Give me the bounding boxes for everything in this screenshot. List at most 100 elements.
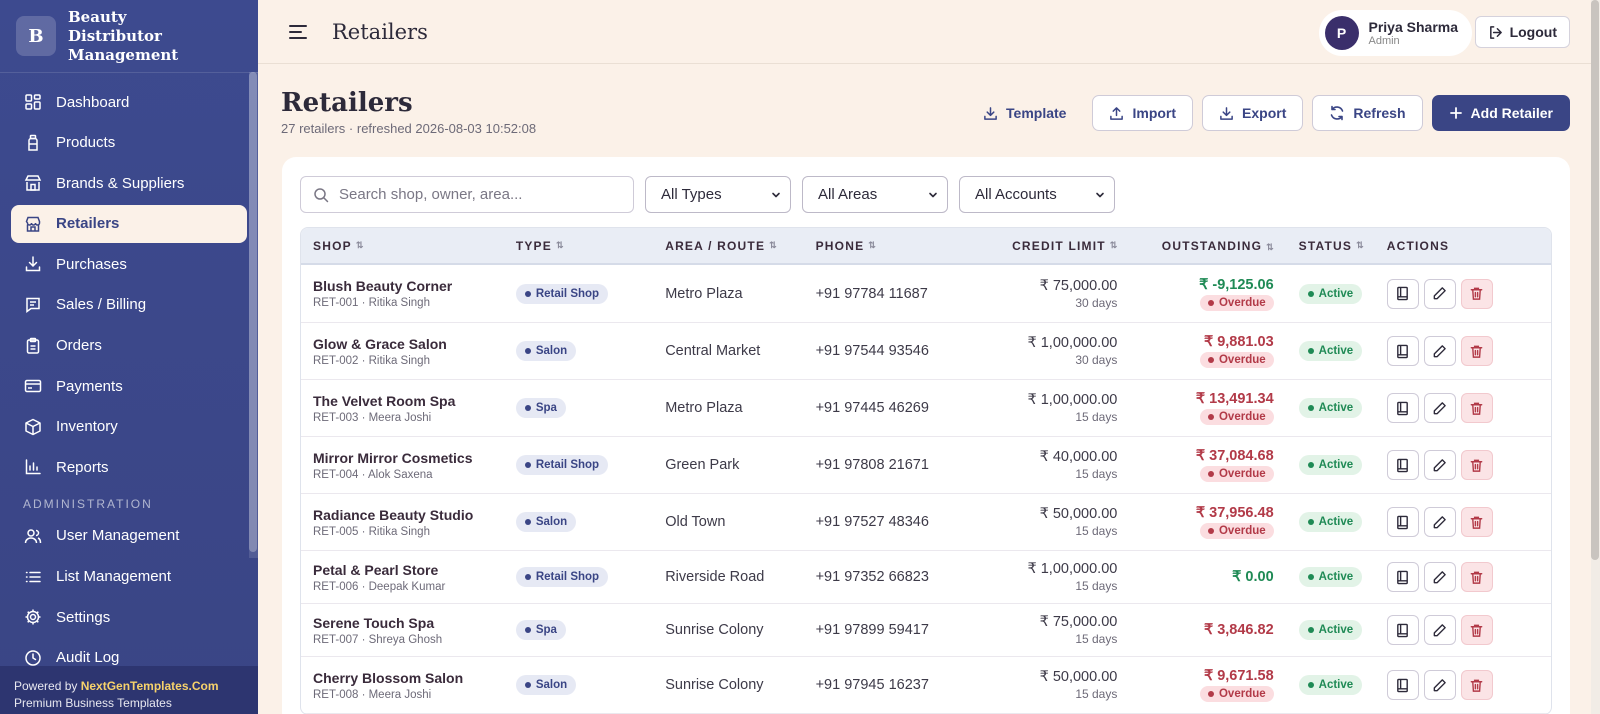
cell-credit: ₹ 1,00,000.00 30 days — [974, 335, 1117, 367]
add-retailer-button[interactable]: Add Retailer — [1431, 95, 1570, 131]
table-row[interactable]: The Velvet Room Spa RET-003 · Meera Joshi… — [301, 380, 1551, 437]
chevron-down-icon — [929, 192, 937, 197]
sidebar-item-brands-suppliers[interactable]: Brands & Suppliers — [11, 164, 247, 202]
sidebar-item-user-management[interactable]: User Management — [11, 517, 247, 555]
avatar: P — [1324, 16, 1359, 50]
ledger-button[interactable] — [1386, 507, 1419, 537]
brand[interactable]: B Beauty Distributor Management — [0, 0, 258, 73]
edit-button[interactable] — [1423, 562, 1456, 592]
edit-button[interactable] — [1423, 278, 1456, 309]
type-filter-select[interactable]: All Types — [645, 176, 791, 213]
edit-button[interactable] — [1423, 507, 1456, 537]
shop-name[interactable]: Serene Touch Spa — [313, 615, 516, 631]
ledger-button[interactable] — [1386, 615, 1419, 645]
shop-name[interactable]: Cherry Blossom Salon — [313, 670, 516, 686]
ledger-button[interactable] — [1386, 450, 1419, 480]
shop-name[interactable]: Blush Beauty Corner — [313, 278, 516, 294]
edit-button[interactable] — [1423, 336, 1456, 366]
delete-button[interactable] — [1460, 670, 1493, 700]
col-shop-header[interactable]: SHOP ⇅ — [301, 239, 516, 253]
brand-name: Beauty Distributor Management — [68, 7, 179, 64]
sidebar-item-reports[interactable]: Reports — [11, 448, 247, 486]
shop-name[interactable]: Petal & Pearl Store — [313, 562, 516, 578]
menu-toggle-button[interactable] — [288, 22, 308, 42]
col-type-header[interactable]: TYPE ⇅ — [516, 239, 665, 253]
badge-dot — [1307, 519, 1314, 525]
search-box[interactable] — [300, 176, 634, 213]
sidebar-item-orders[interactable]: Orders — [11, 327, 247, 365]
page-subtitle: 27 retailers · refreshed 2026-08-03 10:5… — [281, 121, 537, 136]
status-label: Active — [1318, 402, 1354, 414]
ledger-button[interactable] — [1386, 393, 1419, 423]
sidebar-footer: Powered by NextGenTemplates.Com Premium … — [0, 666, 258, 714]
type-label: Salon — [535, 345, 568, 357]
table-row[interactable]: Glow & Grace Salon RET-002 · Ritika Singh… — [301, 323, 1551, 380]
sort-icon: ⇅ — [355, 240, 364, 250]
user-name: Priya Sharma — [1368, 19, 1459, 35]
shop-name[interactable]: Mirror Mirror Cosmetics — [313, 450, 516, 466]
delete-button[interactable] — [1460, 336, 1493, 366]
edit-button[interactable] — [1423, 615, 1456, 645]
table-row[interactable]: Mirror Mirror Cosmetics RET-004 · Alok Sa… — [301, 437, 1551, 494]
col-actions-header: ACTIONS — [1383, 239, 1551, 253]
ledger-button[interactable] — [1386, 278, 1419, 309]
template-button[interactable]: Template — [966, 95, 1083, 131]
col-credit-header[interactable]: CREDIT LIMIT ⇅ — [974, 239, 1117, 253]
delete-button[interactable] — [1460, 393, 1493, 423]
table-row[interactable]: Petal & Pearl Store RET-006 · Deepak Kuma… — [301, 551, 1551, 604]
sidebar-item-products[interactable]: Products — [11, 124, 247, 162]
sidebar-item-dashboard[interactable]: Dashboard — [11, 83, 247, 121]
sidebar-item-list-management[interactable]: List Management — [11, 558, 247, 596]
cell-status: Active — [1274, 455, 1383, 475]
refresh-button[interactable]: Refresh — [1312, 95, 1423, 131]
table-row[interactable]: Cherry Blossom Salon RET-008 · Meera Josh… — [301, 657, 1551, 714]
footer-tagline: Premium Business Templates — [14, 696, 172, 710]
ledger-button[interactable] — [1386, 670, 1419, 700]
table-row[interactable]: Blush Beauty Corner RET-001 · Ritika Sing… — [301, 265, 1551, 323]
trash-icon — [1470, 679, 1483, 692]
col-area-label: AREA / ROUTE — [665, 238, 766, 253]
sidebar-item-retailers[interactable]: Retailers — [11, 204, 247, 243]
edit-button[interactable] — [1423, 393, 1456, 423]
import-button[interactable]: Import — [1092, 95, 1194, 131]
sidebar-item-sales-billing[interactable]: Sales / Billing — [11, 286, 247, 324]
export-button[interactable]: Export — [1202, 95, 1304, 131]
edit-button[interactable] — [1423, 450, 1456, 480]
logout-button[interactable]: Logout — [1474, 16, 1570, 48]
sidebar-item-label: Sales / Billing — [56, 296, 147, 314]
delete-button[interactable] — [1460, 278, 1493, 309]
col-phone-header[interactable]: PHONE ⇅ — [816, 239, 974, 253]
ledger-button[interactable] — [1386, 336, 1419, 366]
area-filter-select[interactable]: All Areas — [802, 176, 948, 213]
user-menu[interactable]: P Priya Sharma Admin — [1318, 10, 1472, 56]
delete-button[interactable] — [1460, 562, 1493, 592]
chart-icon — [23, 457, 43, 477]
sidebar-item-purchases[interactable]: Purchases — [11, 245, 247, 283]
ledger-button[interactable] — [1386, 562, 1419, 592]
sort-icon: ⇅ — [1356, 240, 1364, 250]
table-row[interactable]: Serene Touch Spa RET-007 · Shreya Ghosh Sp… — [301, 604, 1551, 657]
delete-button[interactable] — [1460, 450, 1493, 480]
shop-name[interactable]: The Velvet Room Spa — [313, 393, 516, 409]
col-area-header[interactable]: AREA / ROUTE ⇅ — [665, 239, 815, 253]
col-outstanding-header[interactable]: OUTSTANDING ⇅ — [1117, 239, 1274, 253]
table-row[interactable]: Radiance Beauty Studio RET-005 · Ritika S… — [301, 494, 1551, 551]
footer-brand-link[interactable]: NextGenTemplates.Com — [81, 679, 219, 693]
upload-icon — [1110, 106, 1124, 120]
col-status-header[interactable]: STATUS ⇅ — [1274, 239, 1383, 253]
status-label: Active — [1318, 679, 1354, 691]
delete-button[interactable] — [1460, 615, 1493, 645]
sidebar-scrollbar-thumb[interactable] — [249, 72, 257, 552]
account-filter-select[interactable]: All Accounts — [959, 176, 1115, 213]
search-input[interactable] — [339, 186, 619, 203]
page-scrollbar-thumb[interactable] — [1591, 0, 1599, 560]
sidebar-item-inventory[interactable]: Inventory — [11, 408, 247, 446]
shop-name[interactable]: Glow & Grace Salon — [313, 336, 516, 352]
sidebar-item-payments[interactable]: Payments — [11, 367, 247, 405]
sidebar-item-settings[interactable]: Settings — [11, 598, 247, 636]
edit-button[interactable] — [1423, 670, 1456, 700]
delete-button[interactable] — [1460, 507, 1493, 537]
cell-shop: Blush Beauty Corner RET-001 · Ritika Sing… — [301, 278, 516, 309]
shop-name[interactable]: Radiance Beauty Studio — [313, 507, 516, 523]
nav-section-administration: ADMINISTRATION — [23, 496, 153, 511]
